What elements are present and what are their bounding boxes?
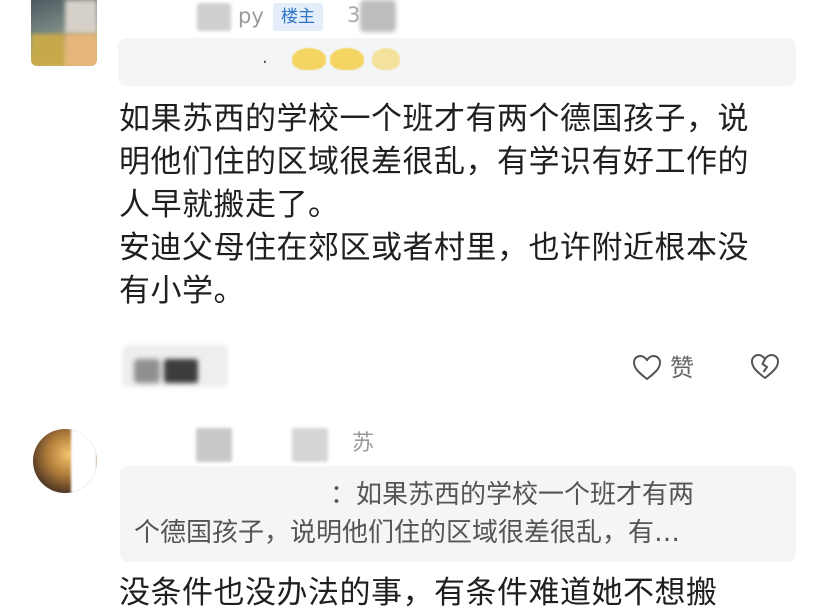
reply-preview-strip[interactable]: · [118, 38, 796, 86]
author-name-suffix[interactable]: 苏 [352, 430, 374, 459]
bullet-dot: · [262, 52, 268, 73]
heart-outline-icon [632, 354, 662, 381]
author-name-redacted [196, 428, 232, 462]
comment-line: 人早就搬走了。 [119, 187, 340, 223]
dislike-button[interactable] [750, 353, 780, 385]
timestamp: 3 [347, 3, 361, 27]
author-name-redacted [197, 3, 231, 31]
quote-line: 个德国孩子，说明他们住的区域很差很乱，有… [134, 518, 681, 548]
author-name-suffix[interactable]: py [238, 6, 264, 27]
author-name-redacted [292, 428, 328, 462]
comment-line: 有小学。 [119, 273, 245, 309]
emoji-stickers [288, 44, 400, 74]
quoted-reply[interactable]: ：如果苏西的学校一个班才有两 个德国孩子，说明他们住的区域很差很乱，有… [120, 466, 796, 562]
comment-body: 没条件也没办法的事，有条件难道她不想搬 [119, 575, 718, 611]
comment-line: 如果苏西的学校一个班才有两个德国孩子，说 [119, 101, 749, 137]
mention-redacted [134, 483, 330, 509]
like-button[interactable]: 赞 [632, 352, 694, 384]
op-badge: 楼主 [273, 3, 323, 31]
broken-heart-icon [750, 353, 780, 380]
quote-line: ：如果苏西的学校一个班才有两 [330, 480, 695, 510]
timestamp-redacted [360, 0, 396, 32]
comment-line: 安迪父母住在郊区或者村里，也许附近根本没 [119, 230, 749, 266]
comment-meta-redacted [122, 345, 228, 387]
like-label: 赞 [670, 354, 694, 382]
comment-body: 如果苏西的学校一个班才有两个德国孩子，说 明他们住的区域很差很乱，有学识有好工作… [119, 98, 779, 313]
commenter-avatar[interactable] [31, 0, 97, 66]
commenter-avatar[interactable] [33, 429, 97, 493]
comment-line: 明他们住的区域很差很乱，有学识有好工作的 [119, 144, 749, 180]
